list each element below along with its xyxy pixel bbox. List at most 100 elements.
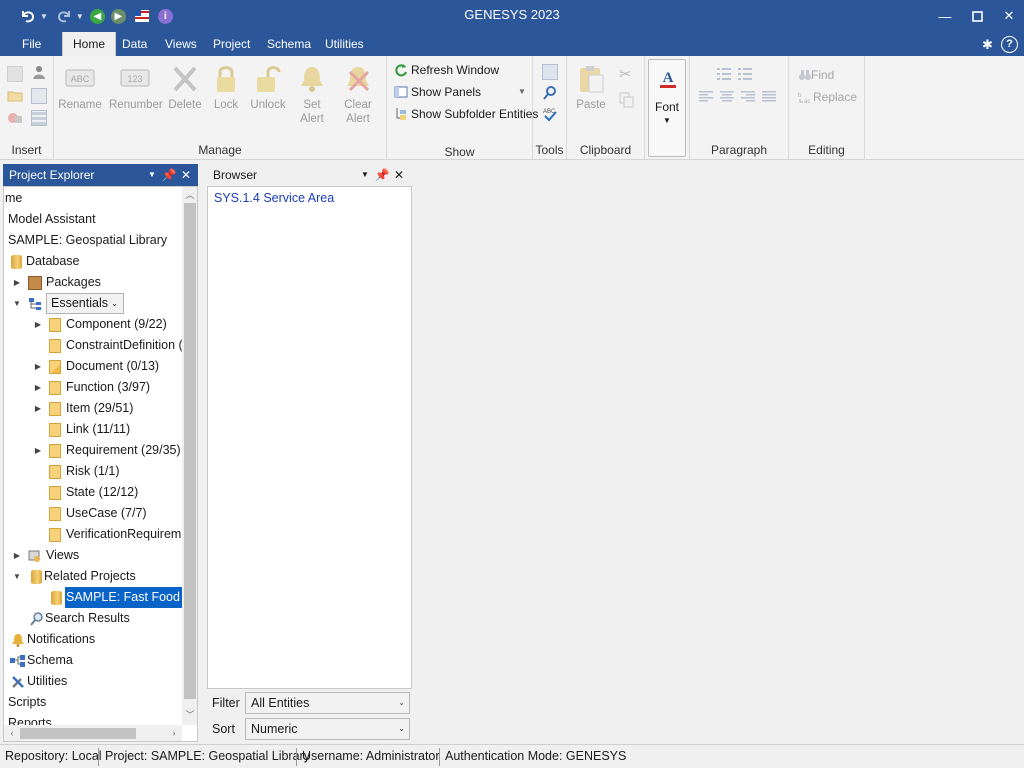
copy-icon[interactable] <box>619 92 635 108</box>
maximize-button[interactable] <box>959 0 995 32</box>
cut-icon[interactable]: ✂ <box>619 67 635 83</box>
filter-select[interactable]: All Entities ⌄ <box>245 692 410 714</box>
paste-label: Paste <box>576 99 606 111</box>
justify-icon[interactable] <box>762 90 778 106</box>
refresh-window-button[interactable]: Refresh Window <box>394 60 499 80</box>
show-subfolder-entities-button[interactable]: Show Subfolder Entities <box>394 104 538 124</box>
help-icon[interactable]: ? <box>1001 36 1018 53</box>
new-user-icon[interactable] <box>31 64 47 80</box>
ribbon-group-manage: ABC Rename 123 Renumber Delete Lock Unlo… <box>54 56 387 160</box>
bullet-list-icon[interactable] <box>716 66 732 82</box>
project-explorer-tree[interactable]: me Model Assistant SAMPLE: Geospatial Li… <box>3 186 198 742</box>
font-dropdown-icon: ▼ <box>663 116 671 125</box>
replace-button[interactable]: b ac Replace <box>798 87 857 107</box>
expand-arrow-icon[interactable]: ▶ <box>33 356 43 377</box>
tab-utilities[interactable]: Utilities <box>315 32 374 56</box>
packages-icon <box>28 276 42 290</box>
scroll-up-icon[interactable]: ︿ <box>182 187 197 203</box>
tab-schema[interactable]: Schema <box>257 32 321 56</box>
hierarchy-icon <box>28 297 42 311</box>
close-button[interactable]: ✕ <box>991 0 1024 32</box>
folder-icon <box>49 423 61 437</box>
essentials-dropdown[interactable]: Essentials ⌄ <box>46 293 124 314</box>
window-title: GENESYS 2023 <box>464 7 560 22</box>
minimize-button[interactable]: — <box>927 0 963 32</box>
panel-close-icon[interactable]: ✕ <box>391 164 407 186</box>
browser-item[interactable]: SYS.1.4 Service Area <box>214 191 334 205</box>
show-panels-button[interactable]: Show Panels ▼ <box>394 82 526 102</box>
find-label: Find <box>811 68 835 82</box>
scroll-thumb[interactable] <box>184 203 196 699</box>
tab-project[interactable]: Project <box>203 32 260 56</box>
find-button[interactable]: Find <box>798 65 834 85</box>
horizontal-scrollbar[interactable]: ‹ › <box>4 725 182 741</box>
browser-list[interactable]: SYS.1.4 Service Area <box>207 186 412 689</box>
chevron-down-icon: ⌄ <box>398 724 405 733</box>
rename-button[interactable]: ABC Rename <box>57 64 103 112</box>
new-entity-icon[interactable] <box>7 66 23 82</box>
unlock-button[interactable]: Unlock <box>245 64 291 112</box>
spell-check-icon[interactable]: ABC <box>542 106 558 122</box>
scroll-thumb[interactable] <box>20 728 136 739</box>
sort-select[interactable]: Numeric ⌄ <box>245 718 410 740</box>
tab-file[interactable]: File <box>12 32 51 56</box>
expand-arrow-icon[interactable]: ▶ <box>33 377 43 398</box>
delete-button[interactable]: Delete <box>162 64 208 112</box>
subfolder-icon <box>396 108 406 120</box>
expand-arrow-icon[interactable]: ▶ <box>33 398 43 419</box>
magnifier-icon[interactable] <box>542 85 558 101</box>
tree-item-label: Item (29/51) <box>66 401 134 415</box>
document-workspace[interactable] <box>415 160 1024 744</box>
tree-item-label: me <box>5 191 23 205</box>
expand-arrow-icon[interactable]: ▶ <box>12 272 22 293</box>
align-left-icon[interactable] <box>699 90 715 106</box>
set-alert-button[interactable]: Set Alert <box>289 64 335 126</box>
expand-arrow-icon[interactable]: ▶ <box>33 440 43 461</box>
insert-component-icon[interactable] <box>7 110 23 126</box>
ribbon-group-editing: Find b ac Replace Editing <box>789 56 865 160</box>
show-panels-dropdown-icon[interactable]: ▼ <box>518 82 526 102</box>
tree-item-label: Function (3/97) <box>66 380 151 394</box>
font-button[interactable]: A Font ▼ <box>648 59 686 157</box>
tools-icon <box>11 675 25 689</box>
align-center-icon[interactable] <box>720 90 736 106</box>
collapse-arrow-icon[interactable]: ▼ <box>12 293 22 314</box>
tree-item-label: Search Results <box>45 611 130 625</box>
tab-data[interactable]: Data <box>112 32 157 56</box>
panel-close-icon[interactable]: ✕ <box>178 164 194 186</box>
tools-grid-icon[interactable] <box>542 64 558 80</box>
settings-tools-icon[interactable]: ✱ <box>979 36 996 53</box>
scroll-left-icon[interactable]: ‹ <box>4 725 20 741</box>
tab-home[interactable]: Home <box>62 32 117 56</box>
new-package-icon[interactable] <box>31 88 47 104</box>
tab-views[interactable]: Views <box>155 32 207 56</box>
svg-text:A: A <box>663 70 674 86</box>
open-folder-icon[interactable] <box>7 88 23 104</box>
panel-menu-icon[interactable]: ▼ <box>144 164 160 186</box>
insert-table-icon[interactable] <box>31 110 47 126</box>
database-icon <box>11 255 22 269</box>
scroll-right-icon[interactable]: › <box>166 725 182 741</box>
renumber-button[interactable]: 123 Renumber <box>109 64 163 112</box>
expand-arrow-icon[interactable]: ▶ <box>33 314 43 335</box>
tree-item-label: Views <box>46 548 80 562</box>
lock-button[interactable]: Lock <box>203 64 249 112</box>
binoculars-icon <box>799 70 811 80</box>
clear-alert-button[interactable]: Clear Alert <box>335 64 381 126</box>
refresh-window-label: Refresh Window <box>411 63 500 77</box>
collapse-arrow-icon[interactable]: ▼ <box>12 566 22 587</box>
pin-icon[interactable]: 📌 <box>374 164 390 186</box>
title-bar: ▼ ▼ ◀ ▶ i GENESYS 2023 — ✕ <box>0 0 1024 32</box>
paste-button[interactable]: Paste <box>569 64 613 112</box>
browser-title: Browser <box>213 168 258 182</box>
sort-value: Numeric <box>251 722 298 736</box>
align-right-icon[interactable] <box>741 90 757 106</box>
numbered-list-icon[interactable] <box>737 66 753 82</box>
vertical-scrollbar[interactable]: ︿ ﹀ <box>182 187 197 725</box>
expand-arrow-icon[interactable]: ▶ <box>12 545 22 566</box>
pin-icon[interactable]: 📌 <box>161 164 177 186</box>
tree-item-label: SAMPLE: Geospatial Library <box>8 233 168 247</box>
scroll-down-icon[interactable]: ﹀ <box>182 707 197 723</box>
folder-icon <box>49 528 61 542</box>
panel-menu-icon[interactable]: ▼ <box>357 164 373 186</box>
